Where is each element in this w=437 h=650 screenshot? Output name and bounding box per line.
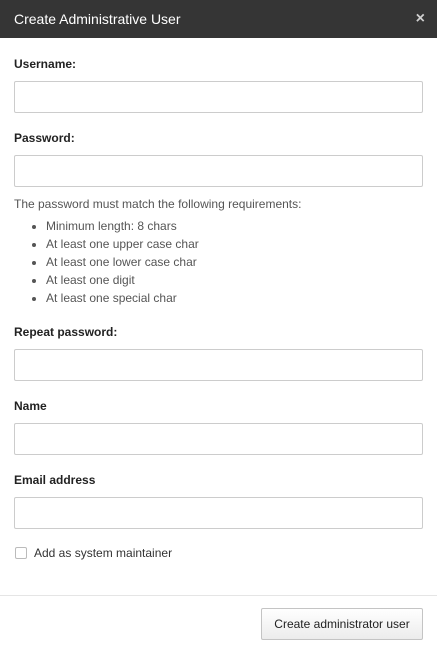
- email-input[interactable]: [14, 497, 423, 529]
- footer-divider: [0, 595, 437, 596]
- name-input[interactable]: [14, 423, 423, 455]
- requirement-item: At least one lower case char: [46, 253, 199, 271]
- requirement-item: Minimum length: 8 chars: [46, 217, 199, 235]
- password-label: Password:: [14, 131, 75, 145]
- requirement-item: At least one digit: [46, 271, 199, 289]
- username-label: Username:: [14, 57, 77, 71]
- repeat-password-label: Repeat password:: [14, 325, 118, 339]
- dialog-titlebar: Create Administrative User ×: [0, 0, 437, 38]
- requirement-item: At least one special char: [46, 289, 199, 307]
- repeat-password-input[interactable]: [14, 349, 423, 381]
- maintainer-checkbox-label[interactable]: Add as system maintainer: [34, 546, 172, 560]
- email-label: Email address: [14, 473, 96, 487]
- requirement-item: At least one upper case char: [46, 235, 199, 253]
- username-input[interactable]: [14, 81, 423, 113]
- name-label: Name: [14, 399, 47, 413]
- password-input[interactable]: [14, 155, 423, 187]
- password-requirements-list: Minimum length: 8 chars At least one upp…: [14, 217, 199, 307]
- maintainer-checkbox-row[interactable]: Add as system maintainer: [14, 546, 172, 560]
- maintainer-checkbox[interactable]: [15, 547, 27, 559]
- close-icon[interactable]: ×: [416, 10, 425, 28]
- dialog-title: Create Administrative User: [14, 11, 181, 27]
- password-requirements-hint: The password must match the following re…: [14, 197, 302, 211]
- create-admin-button[interactable]: Create administrator user: [261, 608, 423, 640]
